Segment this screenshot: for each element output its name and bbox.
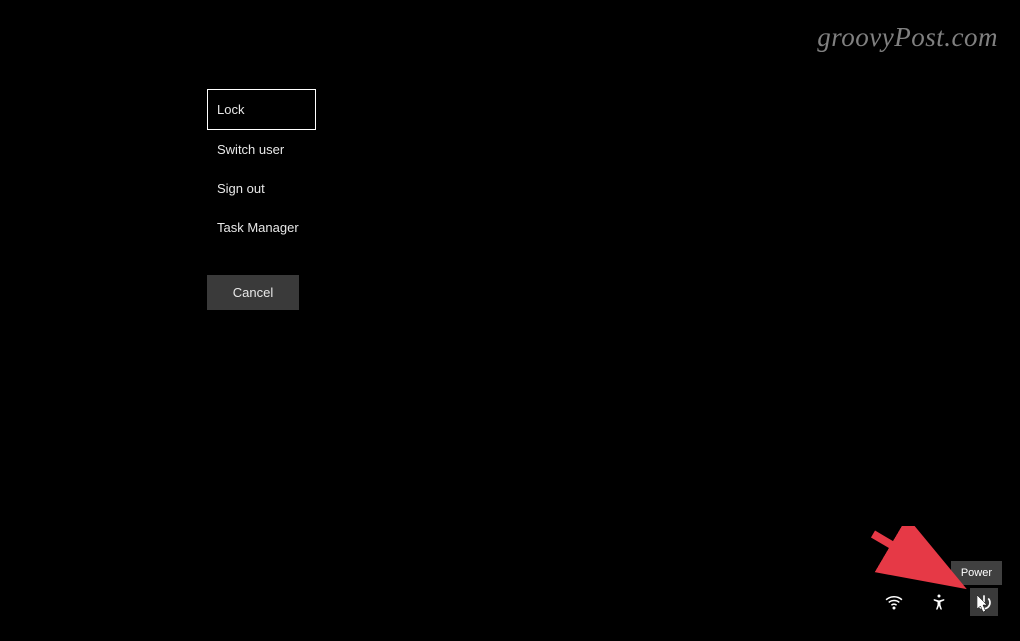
power-button[interactable] [970,588,998,616]
menu-item-lock[interactable]: Lock [207,89,316,130]
menu-item-label: Task Manager [217,220,299,235]
wifi-icon [885,593,903,611]
menu-item-task-manager[interactable]: Task Manager [207,208,407,247]
menu-item-label: Sign out [217,181,265,196]
menu-item-label: Switch user [217,142,284,157]
menu-item-sign-out[interactable]: Sign out [207,169,407,208]
menu-item-label: Lock [217,102,244,117]
accessibility-button[interactable] [925,588,953,616]
bottom-icon-tray [880,588,998,616]
security-options-menu: Lock Switch user Sign out Task Manager C… [207,89,407,310]
wifi-button[interactable] [880,588,908,616]
watermark-text: groovyPost.com [817,22,998,53]
accessibility-icon [930,593,948,611]
power-icon [976,594,992,610]
menu-item-switch-user[interactable]: Switch user [207,130,407,169]
cancel-button[interactable]: Cancel [207,275,299,310]
power-tooltip: Power [951,561,1002,585]
